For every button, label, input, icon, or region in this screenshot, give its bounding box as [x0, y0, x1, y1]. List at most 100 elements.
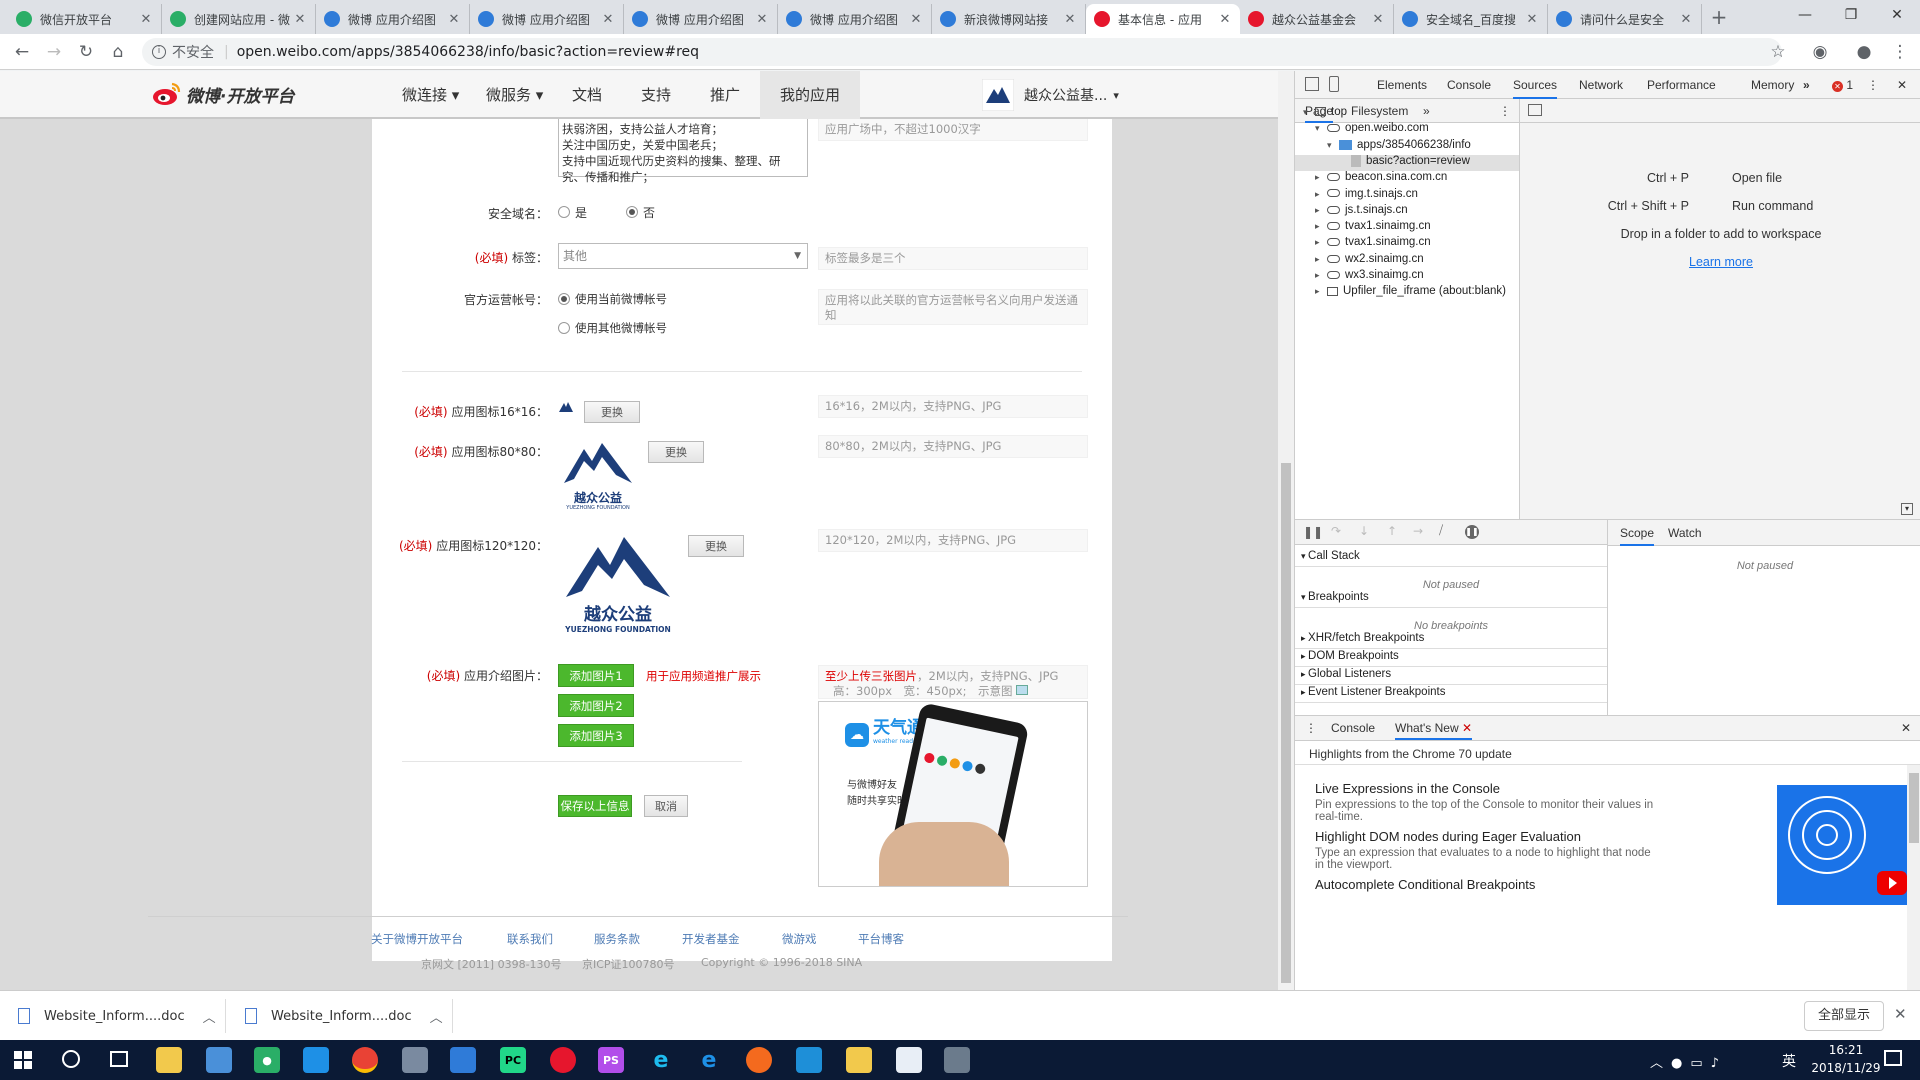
- expand-arrow-icon[interactable]: ▾: [1327, 140, 1339, 151]
- chrome-icon[interactable]: [352, 1047, 378, 1073]
- close-tab-icon[interactable]: ✕: [601, 12, 615, 27]
- file-tree-item[interactable]: ▾ apps/3854066238/info: [1295, 139, 1519, 155]
- footer-link-about[interactable]: 关于微博开放平台: [371, 931, 463, 947]
- expand-arrow-icon[interactable]: ▸: [1315, 286, 1327, 297]
- device-icon[interactable]: [1329, 76, 1339, 92]
- ie-icon[interactable]: e: [648, 1047, 674, 1073]
- devtools-tab-console[interactable]: Console: [1447, 71, 1491, 99]
- footer-link-games[interactable]: 微游戏: [782, 931, 817, 947]
- start-icon[interactable]: [14, 1051, 32, 1069]
- add-image2-button[interactable]: 添加图片2: [558, 694, 634, 717]
- more-tabs-icon[interactable]: »: [1803, 71, 1810, 99]
- search-icon[interactable]: [62, 1050, 80, 1068]
- whats-new-scrollbar[interactable]: [1907, 765, 1920, 990]
- info-icon[interactable]: i: [152, 45, 166, 59]
- secure-no-radio[interactable]: [626, 206, 638, 218]
- inspect-icon[interactable]: [1305, 77, 1319, 91]
- expand-arrow-icon[interactable]: ▸: [1315, 221, 1327, 232]
- file-tree-item[interactable]: ▸ wx3.sinaimg.cn: [1295, 269, 1519, 285]
- bookmark-star-icon[interactable]: ☆: [1764, 38, 1792, 66]
- chevron-up-icon[interactable]: ︿: [203, 1007, 216, 1026]
- wechat-icon[interactable]: ●: [254, 1047, 280, 1073]
- expand-arrow-icon[interactable]: ▸: [1315, 270, 1327, 281]
- nav-promote[interactable]: 推广: [710, 71, 740, 119]
- devtools-tab-performance[interactable]: Performance: [1647, 71, 1716, 99]
- debugger-section[interactable]: ▾ Call Stack: [1295, 545, 1607, 567]
- browser-tab[interactable]: 基本信息 - 应用 ✕: [1086, 4, 1240, 34]
- task-view-icon[interactable]: [110, 1051, 128, 1067]
- extension-icon[interactable]: ◉: [1806, 38, 1834, 66]
- show-all-button[interactable]: 全部显示: [1804, 1001, 1884, 1031]
- footer-link-terms[interactable]: 服务条款: [594, 931, 640, 947]
- app-icon[interactable]: [206, 1047, 232, 1073]
- expand-arrow-icon[interactable]: ▾: [1315, 123, 1327, 134]
- browser-tab[interactable]: 微博 应用介绍图 ✕: [624, 4, 778, 34]
- news-title[interactable]: Highlight DOM nodes during Eager Evaluat…: [1315, 829, 1581, 844]
- browser-tab[interactable]: 越众公益基金会 ✕: [1240, 4, 1394, 34]
- official-other-radio[interactable]: [558, 322, 570, 334]
- collapse-debugger-icon[interactable]: ▾: [1901, 503, 1913, 515]
- expand-arrow-icon[interactable]: ▸: [1315, 205, 1327, 216]
- pycharm-icon[interactable]: PC: [500, 1047, 526, 1073]
- official-current-radio[interactable]: [558, 293, 570, 305]
- learn-more-link[interactable]: Learn more: [1520, 255, 1920, 269]
- reload-button[interactable]: ↻: [72, 38, 100, 66]
- notification-icon[interactable]: [1884, 1050, 1902, 1066]
- toggle-navigator-icon[interactable]: [1528, 104, 1542, 116]
- app-icon[interactable]: [896, 1047, 922, 1073]
- browser-tab[interactable]: 微博 应用介绍图 ✕: [470, 4, 624, 34]
- back-button[interactable]: ←: [8, 38, 36, 66]
- file-tree-item[interactable]: ▾ open.weibo.com: [1295, 122, 1519, 138]
- file-tree-item[interactable]: ▸ tvax1.sinaimg.cn: [1295, 220, 1519, 236]
- devtools-close-icon[interactable]: ✕: [1897, 71, 1907, 99]
- app-icon[interactable]: [944, 1047, 970, 1073]
- browser-tab[interactable]: 微博 应用介绍图 ✕: [316, 4, 470, 34]
- devtools-tab-network[interactable]: Network: [1579, 71, 1623, 99]
- close-tab-icon[interactable]: ✕: [293, 12, 307, 27]
- icon80-replace-button[interactable]: 更换: [648, 441, 704, 463]
- weibo-icon[interactable]: [550, 1047, 576, 1073]
- file-explorer-icon[interactable]: [156, 1047, 182, 1073]
- watch-tab[interactable]: Watch: [1668, 520, 1702, 546]
- edge-icon[interactable]: e: [696, 1047, 722, 1073]
- add-image3-button[interactable]: 添加图片3: [558, 724, 634, 747]
- step-into-icon[interactable]: ↓: [1359, 524, 1369, 538]
- home-button[interactable]: ⌂: [104, 38, 132, 66]
- download-item[interactable]: Website_Inform....doc ︿: [18, 991, 218, 1041]
- forward-button[interactable]: →: [40, 38, 68, 66]
- clock-time[interactable]: 16:21: [1808, 1043, 1884, 1057]
- devtools-menu-icon[interactable]: ⋮: [1867, 71, 1879, 99]
- browser-tab[interactable]: 安全域名_百度搜 ✕: [1394, 4, 1548, 34]
- nav-support[interactable]: 支持: [641, 71, 671, 119]
- debugger-section[interactable]: ▸ Event Listener Breakpoints: [1295, 681, 1607, 703]
- footer-link-fund[interactable]: 开发者基金: [682, 931, 740, 947]
- description-textarea[interactable]: 扶弱济困，支持公益人才培育； 关注中国历史，关爱中国老兵； 支持中国近现代历史资…: [558, 119, 808, 184]
- file-tree-item[interactable]: ▸ beacon.sina.com.cn: [1295, 171, 1519, 187]
- nav-my-apps[interactable]: 我的应用: [760, 71, 860, 119]
- tray-icons[interactable]: ︿●▭♪: [1650, 1052, 1727, 1071]
- save-button[interactable]: 保存以上信息: [558, 795, 632, 817]
- footer-link-contact[interactable]: 联系我们: [507, 931, 553, 947]
- close-tab-icon[interactable]: ✕: [447, 12, 461, 27]
- file-tree-item[interactable]: ▾ top: [1295, 106, 1519, 122]
- news-title[interactable]: Autocomplete Conditional Breakpoints: [1315, 877, 1535, 892]
- firefox-icon[interactable]: [746, 1047, 772, 1073]
- whats-new-thumbnail[interactable]: [1777, 785, 1907, 905]
- expand-arrow-icon[interactable]: ▸: [1315, 189, 1327, 200]
- browser-tab[interactable]: 创建网站应用 - 微 ✕: [162, 4, 316, 34]
- close-tab-icon[interactable]: ✕: [1462, 721, 1472, 735]
- nav-weifuwu[interactable]: 微服务 ▾: [486, 71, 543, 119]
- ime-indicator[interactable]: 英: [1782, 1051, 1796, 1071]
- close-tab-icon[interactable]: ✕: [1679, 12, 1693, 27]
- drawer-tab-console[interactable]: Console: [1331, 716, 1375, 740]
- error-badge[interactable]: ✕ 1: [1832, 71, 1853, 99]
- step-over-icon[interactable]: ↷: [1331, 524, 1341, 538]
- tag-select[interactable]: 其他 ▼: [558, 243, 808, 269]
- file-tree-item[interactable]: ▸ img.t.sinajs.cn: [1295, 188, 1519, 204]
- menu-icon[interactable]: ⋮: [1886, 38, 1914, 66]
- pause-on-exceptions-icon[interactable]: ❚❚: [1465, 525, 1479, 539]
- close-downloads-icon[interactable]: ✕: [1894, 1005, 1907, 1023]
- browser-tab[interactable]: 新浪微博网站接 ✕: [932, 4, 1086, 34]
- app-icon[interactable]: [402, 1047, 428, 1073]
- account-menu[interactable]: 越众公益基... ▾: [982, 79, 1119, 111]
